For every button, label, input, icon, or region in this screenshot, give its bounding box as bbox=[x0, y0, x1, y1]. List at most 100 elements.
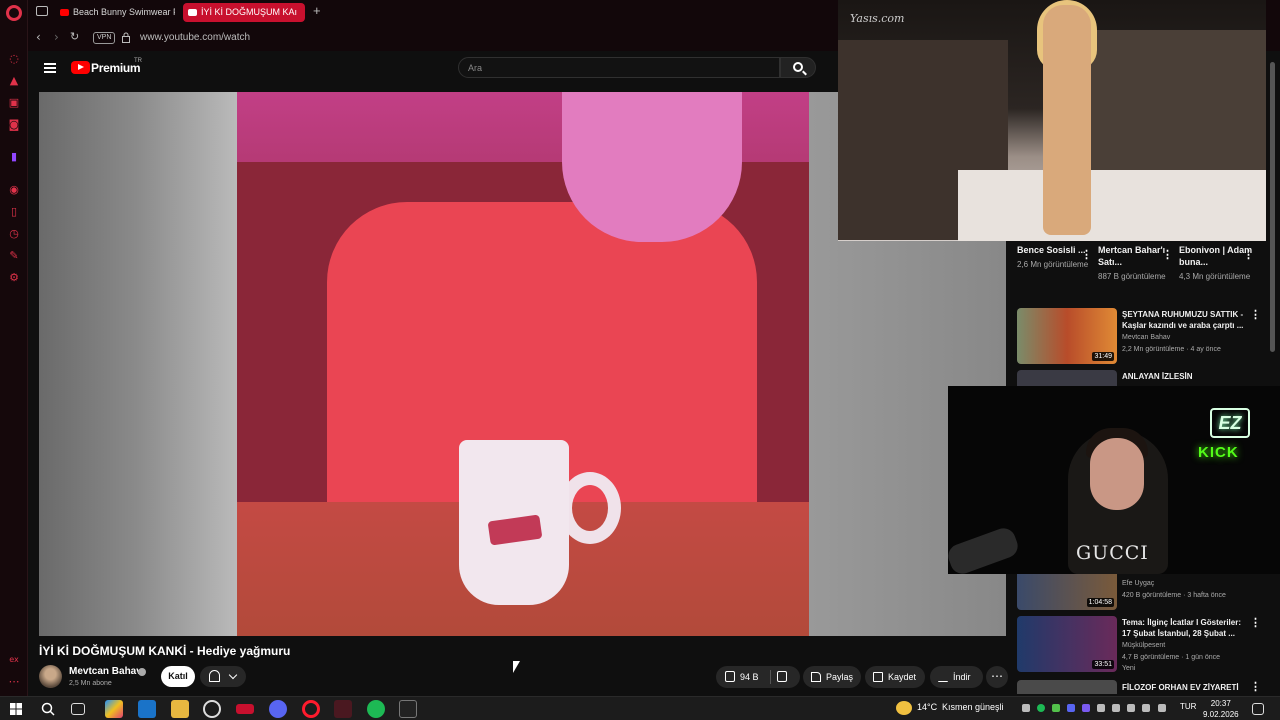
reload-icon[interactable]: ↻ bbox=[70, 30, 79, 43]
copilot-icon[interactable] bbox=[105, 700, 123, 718]
opera-taskbar-icon[interactable] bbox=[302, 700, 320, 718]
rec-title: ANLAYAN İZLESİN bbox=[1122, 372, 1193, 381]
short-menu-icon[interactable]: ⋮ bbox=[1081, 248, 1092, 261]
mic-tray-icon[interactable] bbox=[1112, 704, 1120, 712]
rec-thumbnail: 33:51 bbox=[1017, 616, 1117, 672]
forward-icon[interactable]: › bbox=[54, 30, 59, 44]
short-menu-icon[interactable]: ⋮ bbox=[1243, 248, 1254, 261]
vpn-badge[interactable]: VPN bbox=[93, 32, 116, 44]
epic-games-icon[interactable] bbox=[399, 700, 417, 718]
bookmarks-icon[interactable]: ▯ bbox=[7, 205, 21, 219]
search-icon[interactable] bbox=[41, 702, 55, 716]
recommendation-item[interactable]: 33:51 Tema: İlginç İcatlar I Gösteriler:… bbox=[1017, 616, 1267, 674]
settings-icon[interactable]: ⚙ bbox=[7, 271, 21, 285]
like-count[interactable]: 94 B bbox=[740, 666, 759, 688]
rec-title: FİLOZOF ORHAN EV ZİYARETİ bbox=[1122, 683, 1239, 692]
save-button[interactable]: Kaydet bbox=[865, 666, 925, 688]
shopping-icon[interactable]: ▲ bbox=[7, 74, 21, 88]
language-indicator[interactable]: TUR bbox=[1180, 702, 1196, 711]
rec-menu-icon[interactable]: ⋮ bbox=[1250, 616, 1261, 629]
download-button[interactable]: İndir bbox=[930, 666, 983, 688]
rec-badge: Yeni bbox=[1122, 665, 1136, 672]
channel-avatar[interactable] bbox=[39, 665, 62, 688]
rec-duration: 33:51 bbox=[1092, 660, 1114, 669]
runway-floor bbox=[958, 170, 1266, 241]
rec-menu-icon[interactable]: ⋮ bbox=[1250, 308, 1261, 321]
rec-meta: 4,7 B görüntüleme · 1 gün önce bbox=[1122, 654, 1221, 661]
discord-tray-icon[interactable] bbox=[1067, 704, 1075, 712]
windows-taskbar: 14°C Kısmen güneşli TUR 20:37 9.02.2026 bbox=[0, 696, 1280, 720]
fence-app-icon[interactable] bbox=[236, 704, 254, 714]
clock[interactable]: 20:37 9.02.2026 bbox=[1203, 698, 1239, 720]
subscriber-count: 2,5 Mn abone bbox=[69, 680, 112, 687]
edge-icon[interactable] bbox=[138, 700, 156, 718]
chevron-up-icon[interactable] bbox=[1127, 704, 1135, 712]
opera-logo-icon[interactable] bbox=[6, 5, 22, 21]
player-icon[interactable]: ◉ bbox=[7, 183, 21, 197]
tray-icon[interactable] bbox=[1022, 704, 1030, 712]
file-explorer-icon[interactable] bbox=[171, 700, 189, 718]
volume-icon[interactable] bbox=[1158, 704, 1166, 712]
microphone bbox=[948, 524, 1022, 574]
tab-beach-bunny[interactable]: Beach Bunny Swimwear F bbox=[55, 3, 175, 22]
country-code: TR bbox=[134, 58, 142, 64]
windows-start-icon[interactable] bbox=[10, 703, 22, 715]
more-actions-button[interactable]: ⋯ bbox=[986, 666, 1008, 688]
weather-desc[interactable]: Kısmen güneşli bbox=[942, 702, 1004, 712]
ai-assistant-icon[interactable]: ◌ bbox=[7, 52, 21, 66]
tab-active-video[interactable]: İYİ Kİ DOĞMUŞUM KAı bbox=[183, 3, 305, 22]
subscription-bell-button[interactable] bbox=[200, 666, 246, 687]
youtube-logo-icon[interactable] bbox=[71, 61, 90, 74]
channel-name[interactable]: Mevtcan Bahav bbox=[69, 666, 142, 677]
clock-time: 20:37 bbox=[1210, 699, 1231, 708]
search-button[interactable] bbox=[780, 57, 816, 78]
spotify-tray-icon[interactable] bbox=[1037, 704, 1045, 712]
spotify-icon[interactable] bbox=[367, 700, 385, 718]
scroll-thumb[interactable] bbox=[1270, 62, 1275, 352]
recommendation-item[interactable]: FİLOZOF ORHAN EV ZİYARETİ ⋮ bbox=[1017, 680, 1267, 694]
twitch-icon[interactable]: ▮ bbox=[7, 150, 21, 164]
app-tray-icon[interactable] bbox=[1082, 704, 1090, 712]
like-icon[interactable] bbox=[725, 671, 735, 682]
network-icon[interactable] bbox=[1142, 704, 1150, 712]
bookmark-icon bbox=[873, 672, 883, 682]
short-menu-icon[interactable]: ⋮ bbox=[1162, 248, 1173, 261]
save-label: Kaydet bbox=[888, 672, 917, 682]
nvidia-tray-icon[interactable] bbox=[1052, 704, 1060, 712]
page-scrollbar[interactable] bbox=[1269, 36, 1276, 691]
url-field[interactable]: www.youtube.com/watch bbox=[140, 32, 250, 43]
gx-icon[interactable]: ex bbox=[7, 653, 21, 667]
workspaces-icon[interactable] bbox=[36, 6, 48, 16]
weather-temp[interactable]: 14°C bbox=[917, 702, 937, 712]
short-views: 887 B görüntüleme bbox=[1098, 272, 1166, 281]
download-label: İndir bbox=[953, 672, 971, 682]
chevron-down-icon bbox=[228, 670, 238, 680]
tray-icon[interactable] bbox=[1097, 704, 1105, 712]
streamer-face bbox=[1090, 438, 1144, 510]
crowd-right bbox=[1088, 30, 1266, 180]
dislike-icon[interactable] bbox=[777, 671, 787, 682]
history-icon[interactable]: ◷ bbox=[7, 227, 21, 241]
search-input[interactable] bbox=[459, 58, 779, 78]
download-icon bbox=[938, 672, 948, 682]
webcam-overlay: GUCCI EZ KICK bbox=[948, 386, 1280, 574]
rec-channel: Mevtcan Bahav bbox=[1122, 334, 1171, 341]
instagram-icon[interactable]: ◙ bbox=[7, 118, 21, 132]
weather-icon[interactable] bbox=[896, 701, 912, 715]
hamburger-menu-icon[interactable] bbox=[44, 63, 56, 73]
new-tab-button[interactable]: + bbox=[313, 3, 321, 18]
join-button[interactable]: Katıl bbox=[161, 666, 195, 687]
obs-icon[interactable] bbox=[203, 700, 221, 718]
discord-icon[interactable] bbox=[269, 700, 287, 718]
share-button[interactable]: Paylaş bbox=[803, 666, 861, 688]
messenger-icon[interactable]: ▣ bbox=[7, 96, 21, 110]
task-view-icon[interactable] bbox=[71, 703, 85, 715]
youtube-brand[interactable]: Premium bbox=[91, 61, 141, 75]
sidebar-more-icon[interactable]: ⋯ bbox=[7, 675, 21, 689]
rec-menu-icon[interactable]: ⋮ bbox=[1250, 680, 1261, 693]
back-icon[interactable]: ‹ bbox=[36, 30, 41, 44]
opera-gx-icon[interactable] bbox=[334, 700, 352, 718]
notifications-icon[interactable] bbox=[1252, 703, 1264, 715]
recommendation-item[interactable]: 31:49 ŞEYTANA RUHUMUZU SATTIK - Kaşlar k… bbox=[1017, 308, 1267, 366]
extensions-icon[interactable]: ✎ bbox=[7, 249, 21, 263]
